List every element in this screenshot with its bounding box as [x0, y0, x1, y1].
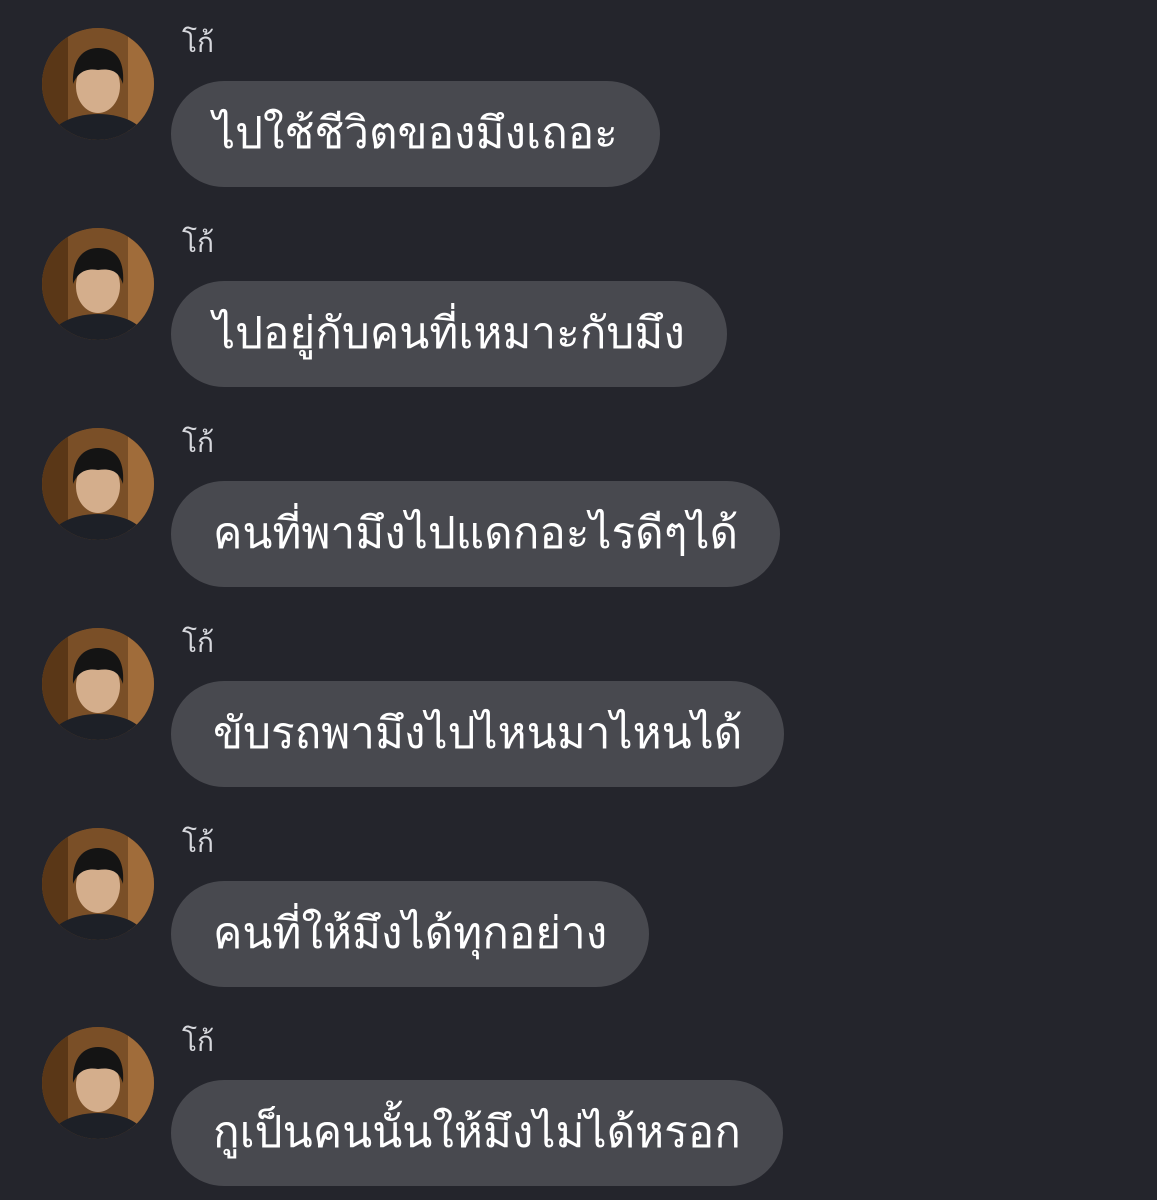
- message-bubble[interactable]: ขับรถพามึงไปไหนมาไหนได้: [171, 681, 785, 787]
- avatar[interactable]: [42, 828, 154, 940]
- sender-name: โก้: [182, 226, 214, 259]
- sender-name: โก้: [182, 826, 214, 859]
- sender-name: โก้: [182, 426, 214, 459]
- person-icon: [42, 1027, 154, 1139]
- chat-thread: โก้ ไปใช้ชีวิตของมึงเถอะ โก้ ไปอยู่กับคน…: [0, 0, 1157, 1200]
- sender-name: โก้: [182, 626, 214, 659]
- avatar[interactable]: [42, 628, 154, 740]
- message-bubble[interactable]: กูเป็นคนนั้นให้มึงไม่ได้หรอก: [171, 1080, 783, 1186]
- sender-name: โก้: [182, 1025, 214, 1058]
- message-bubble[interactable]: คนที่พามึงไปแดกอะไรดีๆได้: [171, 481, 781, 587]
- avatar[interactable]: [42, 28, 154, 140]
- message-bubble[interactable]: ไปใช้ชีวิตของมึงเถอะ: [171, 81, 660, 187]
- message-row: โก้ ไปอยู่กับคนที่เหมาะกับมึง: [0, 200, 1157, 387]
- person-icon: [42, 28, 154, 140]
- message-bubble[interactable]: ไปอยู่กับคนที่เหมาะกับมึง: [171, 281, 727, 387]
- message-row: โก้ กูเป็นคนนั้นให้มึงไม่ได้หรอก: [0, 999, 1157, 1186]
- person-icon: [42, 428, 154, 540]
- message-row: โก้ คนที่ให้มึงได้ทุกอย่าง: [0, 800, 1157, 987]
- person-icon: [42, 228, 154, 340]
- message-row: โก้ คนที่พามึงไปแดกอะไรดีๆได้: [0, 400, 1157, 587]
- message-row: โก้ ขับรถพามึงไปไหนมาไหนได้: [0, 600, 1157, 787]
- message-row: โก้ ไปใช้ชีวิตของมึงเถอะ: [0, 0, 1157, 187]
- person-icon: [42, 628, 154, 740]
- sender-name: โก้: [182, 26, 214, 59]
- avatar[interactable]: [42, 1027, 154, 1139]
- avatar[interactable]: [42, 428, 154, 540]
- person-icon: [42, 828, 154, 940]
- avatar[interactable]: [42, 228, 154, 340]
- message-bubble[interactable]: คนที่ให้มึงได้ทุกอย่าง: [171, 881, 650, 987]
